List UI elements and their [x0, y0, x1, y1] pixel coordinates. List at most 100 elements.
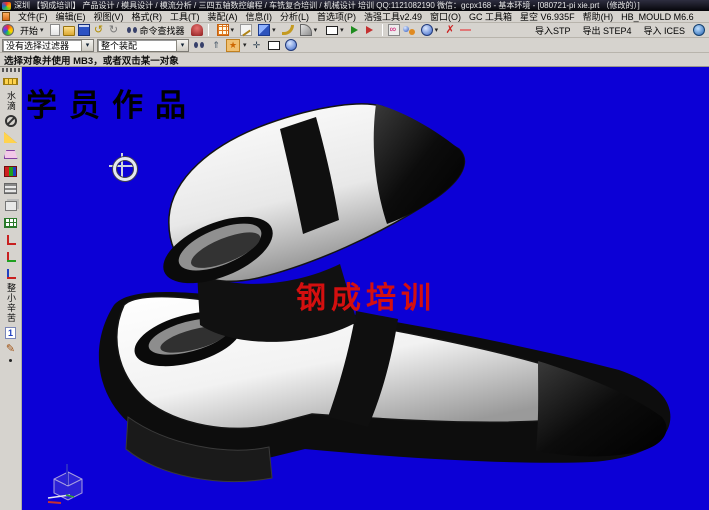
- snap-point-button[interactable]: ⇑: [209, 39, 223, 52]
- extrude-dropdown-button[interactable]: ▾: [255, 24, 279, 37]
- books-button[interactable]: [2, 164, 20, 179]
- new-part-icon[interactable]: [50, 24, 60, 36]
- menu-xingkong[interactable]: 星空 V6.935F: [520, 10, 575, 23]
- trapezoid-button[interactable]: [2, 147, 20, 162]
- wcs-move-icon: [5, 268, 17, 280]
- watermark-gangcheng: 钢成培训: [296, 273, 436, 317]
- triangle-ruler-button[interactable]: [2, 130, 20, 145]
- import-arrow-icon[interactable]: [350, 24, 362, 36]
- extrude-icon: [258, 24, 270, 36]
- trapezoid-icon: [4, 150, 18, 159]
- menu-hb-mould[interactable]: HB_MOULD M6.6: [621, 12, 694, 22]
- surface-dropdown-button[interactable]: ▾: [297, 24, 321, 37]
- left-toolbar: 水滴 整小辛苦 1 ✎: [0, 67, 22, 510]
- chevron-down-icon[interactable]: ▾: [81, 40, 93, 51]
- menu-analysis[interactable]: 分析(L): [280, 10, 309, 23]
- import-iges-button[interactable]: 导入 ICES: [639, 24, 689, 37]
- hand-edit-icon: ✎: [5, 344, 17, 356]
- export-step4-button[interactable]: 导出 STEP4: [578, 24, 635, 37]
- menu-haoqiang-tools[interactable]: 浩强工具v2.49: [364, 10, 422, 23]
- rectangle-dropdown-button[interactable]: ▾: [323, 24, 347, 37]
- wcs-button[interactable]: [2, 232, 20, 247]
- rect-select-button[interactable]: [267, 39, 281, 52]
- menu-format[interactable]: 格式(R): [132, 10, 163, 23]
- spreadsheet-button[interactable]: [2, 215, 20, 230]
- star-icon: ★: [227, 39, 239, 51]
- ruler-icon: [3, 78, 18, 85]
- selection-scope-value: 整个装配: [98, 39, 176, 52]
- spreadsheet-icon: [4, 218, 17, 228]
- save-icon[interactable]: [78, 24, 90, 36]
- circle-select-button[interactable]: [284, 39, 298, 52]
- sweep-icon[interactable]: [282, 25, 294, 35]
- chevron-down-icon: ▾: [314, 27, 318, 34]
- menu-assembly[interactable]: 装配(A): [208, 10, 238, 23]
- one-doc-icon: 1: [5, 327, 16, 339]
- toolbar-separator: [382, 24, 383, 36]
- books-icon: [4, 166, 17, 177]
- ruler-button[interactable]: [2, 74, 20, 89]
- view-orient-icon: [421, 24, 433, 36]
- chevron-down-icon[interactable]: ▾: [243, 42, 247, 49]
- find-in-selection-button[interactable]: [192, 39, 206, 52]
- menu-gc-toolbox[interactable]: GC 工具箱: [469, 10, 512, 23]
- menu-help[interactable]: 帮助(H): [583, 10, 614, 23]
- datum-icon[interactable]: [403, 24, 415, 36]
- menu-window[interactable]: 窗口(O): [430, 10, 461, 23]
- globe-icon[interactable]: [693, 24, 705, 36]
- selection-scope-combo[interactable]: 整个装配 ▾: [97, 39, 189, 52]
- toolbar-grip[interactable]: [2, 68, 20, 72]
- snap-plus-button[interactable]: ✛: [250, 39, 264, 52]
- layers-icon: [4, 183, 17, 194]
- wave-link-icon[interactable]: [388, 24, 400, 36]
- spline-icon[interactable]: ✗: [444, 24, 456, 36]
- graphics-viewport[interactable]: 学员作品 钢成培训: [22, 67, 709, 510]
- part-file-icon: [2, 12, 10, 21]
- menu-tools[interactable]: 工具(T): [170, 10, 200, 23]
- start-button[interactable]: 开始 ▾: [17, 24, 47, 37]
- undo-icon[interactable]: ↺: [93, 24, 105, 36]
- sheets-button[interactable]: [2, 198, 20, 213]
- highlight-snap-button[interactable]: ★: [226, 39, 240, 52]
- app-logo-icon: [2, 2, 11, 10]
- vertical-label-top[interactable]: 水滴: [6, 91, 15, 111]
- wcs-save-icon: [5, 251, 17, 263]
- prompt-bar: 选择对象并使用 MB3，或者双击某一对象: [0, 53, 709, 67]
- open-icon[interactable]: [63, 26, 75, 36]
- menu-file[interactable]: 文件(F): [18, 10, 48, 23]
- command-finder-button[interactable]: 命令查找器: [123, 24, 188, 37]
- circle-icon: [285, 39, 297, 51]
- binoculars-icon: [193, 39, 205, 51]
- redo-icon[interactable]: ↻: [108, 24, 120, 36]
- view-orient-dropdown-button[interactable]: ▾: [418, 24, 442, 37]
- menu-edit[interactable]: 编辑(E): [56, 10, 86, 23]
- hand-edit-button[interactable]: ✎: [2, 342, 20, 357]
- menu-view[interactable]: 视图(V): [94, 10, 124, 23]
- menu-info[interactable]: 信息(I): [246, 10, 273, 23]
- menu-preferences[interactable]: 首选项(P): [317, 10, 356, 23]
- line-icon[interactable]: [459, 24, 471, 36]
- stamp-icon[interactable]: [191, 24, 203, 36]
- triangle-ruler-icon: [4, 132, 17, 143]
- vertical-label-bottom[interactable]: 整小辛苦: [6, 283, 15, 323]
- translator-buttons: 导入STP 导出 STEP4 导入 ICES: [531, 24, 707, 37]
- wcs-save-button[interactable]: [2, 249, 20, 264]
- chevron-down-icon[interactable]: ▾: [176, 40, 188, 51]
- no-entry-icon: [5, 115, 17, 127]
- selection-filter-value: 没有选择过滤器: [3, 39, 81, 52]
- main-toolbar: 开始 ▾ ↺ ↻ 命令查找器 ▾ ▾ ▾ ▾ ▾ ✗ 导入STP 导出 STEP…: [0, 23, 709, 38]
- nx-start-icon[interactable]: [2, 24, 14, 36]
- chevron-down-icon: ▾: [40, 27, 44, 34]
- sketch-icon[interactable]: [240, 24, 252, 36]
- sheets-icon: [5, 201, 17, 211]
- no-entry-button[interactable]: [2, 113, 20, 128]
- selection-filter-combo[interactable]: 没有选择过滤器 ▾: [2, 39, 94, 52]
- cursor-crosshair-icon: [109, 153, 135, 179]
- grid-dropdown-button[interactable]: ▾: [214, 24, 238, 37]
- one-doc-button[interactable]: 1: [2, 325, 20, 340]
- watermark-student-work: 学员作品: [26, 80, 198, 125]
- wcs-move-button[interactable]: [2, 266, 20, 281]
- export-arrow-icon[interactable]: [365, 24, 377, 36]
- import-stp-button[interactable]: 导入STP: [531, 24, 575, 37]
- layers-button[interactable]: [2, 181, 20, 196]
